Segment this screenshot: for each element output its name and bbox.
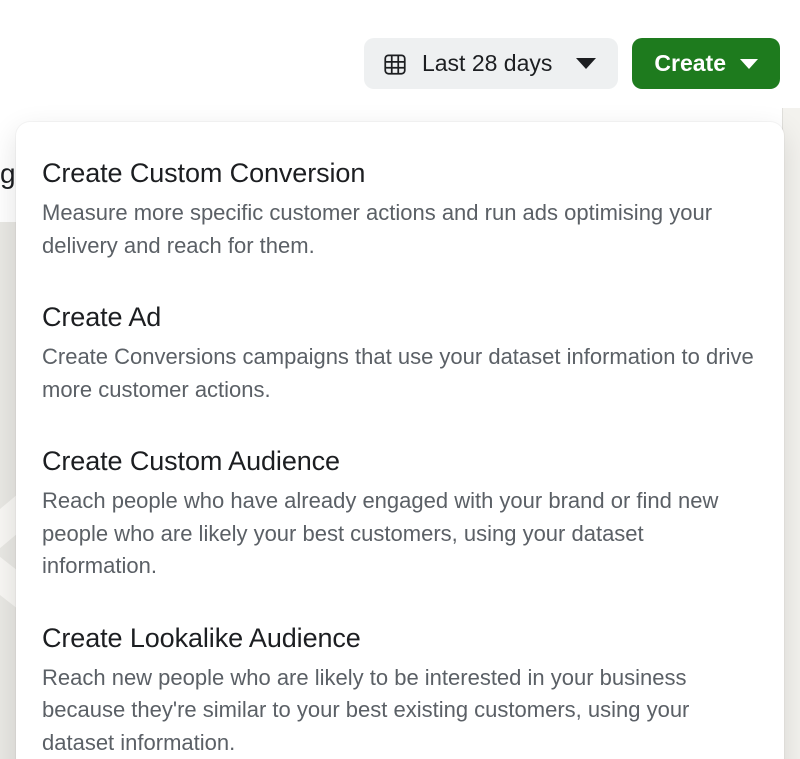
menu-item-desc: Reach people who have already engaged wi… <box>42 485 758 583</box>
panel-edge <box>782 108 800 759</box>
menu-item-desc: Reach new people who are likely to be in… <box>42 662 758 759</box>
toolbar: Last 28 days Create <box>0 38 800 89</box>
date-range-label: Last 28 days <box>422 50 552 77</box>
chevron-down-icon <box>740 59 758 69</box>
create-button[interactable]: Create <box>632 38 780 89</box>
menu-item-lookalike-audience[interactable]: Create Lookalike Audience Reach new peop… <box>42 619 758 759</box>
menu-item-custom-conversion[interactable]: Create Custom Conversion Measure more sp… <box>42 154 758 298</box>
menu-item-title: Create Ad <box>42 302 758 333</box>
truncated-text: g <box>0 158 16 190</box>
menu-item-custom-audience[interactable]: Create Custom Audience Reach people who … <box>42 442 758 619</box>
menu-item-desc: Create Conversions campaigns that use yo… <box>42 341 758 406</box>
menu-item-title: Create Custom Conversion <box>42 158 758 189</box>
menu-item-title: Create Lookalike Audience <box>42 623 758 654</box>
menu-item-desc: Measure more specific customer actions a… <box>42 197 758 262</box>
create-dropdown-menu: Create Custom Conversion Measure more sp… <box>16 122 784 759</box>
date-range-button[interactable]: Last 28 days <box>364 38 618 89</box>
create-button-label: Create <box>654 50 726 77</box>
menu-item-create-ad[interactable]: Create Ad Create Conversions campaigns t… <box>42 298 758 442</box>
menu-item-title: Create Custom Audience <box>42 446 758 477</box>
calendar-icon <box>382 51 408 77</box>
chevron-down-icon <box>576 58 596 69</box>
